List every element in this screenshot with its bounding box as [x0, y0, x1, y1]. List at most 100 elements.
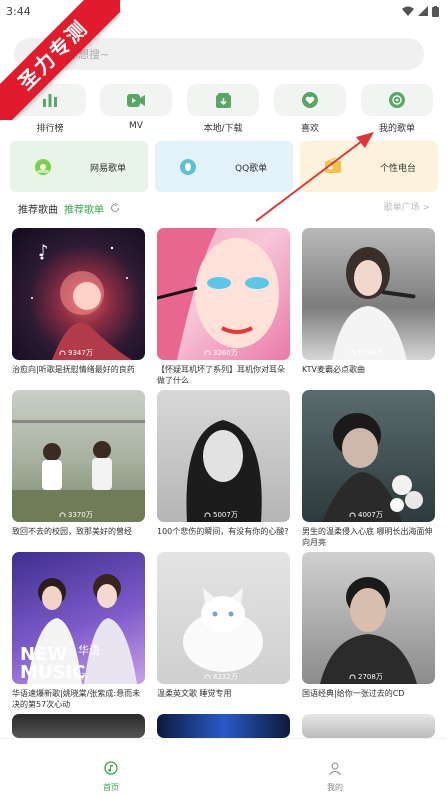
playlist-card[interactable]: 2708万 国语经典|给你一张过去的CD — [302, 552, 435, 710]
source-radio[interactable]: 个性电台 — [300, 141, 438, 192]
playlist-card[interactable]: 3260万 【怀疑耳机坏了系列】耳机你对耳朵做了什么 — [157, 228, 290, 386]
nav-favorites-label: 喜欢 — [300, 124, 319, 134]
signal-icon — [418, 6, 428, 16]
play-count-text: 3260万 — [213, 349, 238, 357]
nav-mv-label: MV — [129, 121, 143, 131]
cover-tag-text: 华语 — [78, 643, 100, 657]
headphones-icon — [349, 350, 356, 355]
playlist-card[interactable]: 3370万 致回不去的校园，致那美好的曾经 — [12, 390, 145, 548]
chart-bars-icon — [43, 94, 57, 107]
nav-ranking[interactable]: 排行榜 — [14, 84, 86, 134]
nav-ranking-button[interactable] — [14, 84, 86, 116]
playlist-card[interactable]: 4007万 男生的温柔侵入心底 哪明长出海面伸向月亮 — [302, 390, 435, 548]
video-icon — [127, 93, 145, 107]
home-music-icon — [104, 761, 118, 775]
cover-male-singer — [320, 577, 417, 684]
play-count: 4007万 — [349, 510, 383, 520]
cover-boy-flowers — [322, 413, 423, 522]
refresh-icon[interactable] — [110, 203, 120, 213]
cover-popart-girl — [157, 228, 279, 360]
person-icon — [329, 762, 341, 775]
search-input[interactable]: 搜你想搜~ — [14, 38, 424, 70]
disc-icon — [389, 92, 405, 108]
headphones-icon — [349, 512, 356, 517]
play-count: 109万 — [59, 672, 88, 682]
tab-home[interactable]: 首页 — [81, 761, 141, 793]
source-netease[interactable]: 网易歌单 — [10, 141, 148, 192]
cover-new-music: NEW MUSIC 华语 — [20, 574, 137, 684]
playlist-cover[interactable]: 2708万 — [302, 552, 435, 684]
tab-mine[interactable]: 我的 — [305, 761, 365, 793]
playlist-cover[interactable]: 3370万 — [12, 390, 145, 522]
headphones-icon — [204, 674, 211, 679]
source-netease-label: 网易歌单 — [90, 164, 127, 174]
nav-playlists-label: 我的歌单 — [378, 124, 415, 134]
bottom-tab-bar: 首页 我的 — [0, 738, 447, 795]
playlist-title[interactable]: 华语速爆新歌|姚晓棠/张紫成:悬而未决的第57次心动 — [12, 688, 145, 710]
search-placeholder: 搜你想搜~ — [56, 48, 110, 61]
playlist-cover[interactable]: ♪ 9347万 — [12, 228, 145, 360]
playlist-card[interactable]: 5007万 100个悲伤的瞬间，有没有你的心酸? — [157, 390, 290, 548]
status-time: 3:44 — [6, 4, 31, 18]
playlist-cover[interactable]: 4007万 — [302, 390, 435, 522]
play-count: 6288万 — [349, 348, 383, 358]
playlist-cover[interactable]: 4232万 — [157, 552, 290, 684]
play-count: 3260万 — [204, 348, 238, 358]
nav-favorites-button[interactable] — [274, 84, 346, 116]
headphones-icon — [204, 512, 211, 517]
section-title[interactable]: 推荐歌曲 — [18, 201, 58, 216]
playlist-cover[interactable] — [12, 714, 145, 738]
cover-white-cat — [183, 588, 263, 672]
playlist-card[interactable]: 4232万 温柔英文歌 睡觉专用 — [157, 552, 290, 710]
playlist-card[interactable]: ♪ 9347万 治愈向|听歌是抚慰情绪最好的良药 — [12, 228, 145, 386]
headphones-icon — [59, 350, 66, 355]
nav-download-button[interactable] — [187, 84, 259, 116]
playlist-title[interactable]: 国语经典|给你一张过去的CD — [302, 688, 435, 710]
status-icons — [402, 5, 439, 17]
playlist-title[interactable]: 温柔英文歌 睡觉专用 — [157, 688, 290, 710]
play-count: 4232万 — [204, 672, 238, 682]
playlist-sources: 网易歌单 QQ歌单 个性电台 — [10, 141, 438, 192]
playlist-cover[interactable] — [157, 714, 290, 738]
play-count-text: 2708万 — [358, 673, 383, 681]
playlist-card[interactable]: 6288万 KTV麦霸必点歌曲 — [302, 228, 435, 386]
status-bar: 3:44 — [0, 0, 447, 22]
nav-playlists-button[interactable] — [361, 84, 433, 116]
playlist-card[interactable] — [157, 714, 290, 738]
source-qq[interactable]: QQ歌单 — [155, 141, 293, 192]
playlist-cover[interactable] — [302, 714, 435, 738]
quick-nav: 排行榜 MV 本地/下载 喜欢 我的歌单 — [0, 84, 447, 134]
playlist-card[interactable] — [12, 714, 145, 738]
source-radio-label: 个性电台 — [380, 164, 417, 174]
tab-home-label: 首页 — [103, 783, 119, 792]
playlist-plaza-link[interactable]: 歌单广场 > — [384, 200, 430, 213]
nav-my-playlists[interactable]: 我的歌单 — [361, 84, 433, 134]
qq-icon — [180, 159, 196, 175]
playlist-cover[interactable]: 6288万 — [302, 228, 435, 360]
headphones-icon — [204, 350, 211, 355]
playlist-title[interactable]: 致回不去的校园，致那美好的曾经 — [12, 526, 145, 548]
playlist-title[interactable]: 男生的温柔侵入心底 哪明长出海面伸向月亮 — [302, 526, 435, 548]
nav-mv[interactable]: MV — [100, 84, 172, 134]
playlist-title[interactable]: KTV麦霸必点歌曲 — [302, 364, 435, 386]
playlist-cover[interactable]: 5007万 — [157, 390, 290, 522]
section-header: 推荐歌曲 推荐歌单 歌单广场 > — [18, 200, 430, 216]
playlist-card[interactable]: NEW MUSIC 华语 109万 华语速爆新歌|姚晓棠/张紫成:悬而未决的第5… — [12, 552, 145, 710]
playlist-card[interactable] — [302, 714, 435, 738]
playlist-cover[interactable]: NEW MUSIC 华语 109万 — [12, 552, 145, 684]
play-count: 9347万 — [59, 348, 93, 358]
playlist-title[interactable]: 【怀疑耳机坏了系列】耳机你对耳朵做了什么 — [157, 364, 290, 386]
battery-icon — [432, 5, 439, 17]
nav-favorites[interactable]: 喜欢 — [274, 84, 346, 134]
playlist-cover[interactable]: 3260万 — [157, 228, 290, 360]
nav-mv-button[interactable] — [100, 84, 172, 116]
download-icon — [215, 92, 231, 108]
section-subtitle[interactable]: 推荐歌单 — [64, 201, 104, 216]
play-count-text: 5007万 — [213, 511, 238, 519]
nav-local-download[interactable]: 本地/下载 — [187, 84, 259, 134]
play-count: 3370万 — [59, 510, 93, 520]
netease-icon — [35, 159, 51, 175]
playlist-title[interactable]: 治愈向|听歌是抚慰情绪最好的良药 — [12, 364, 145, 386]
playlist-title[interactable]: 100个悲伤的瞬间，有没有你的心酸? — [157, 526, 290, 548]
play-count: 2708万 — [349, 672, 383, 682]
